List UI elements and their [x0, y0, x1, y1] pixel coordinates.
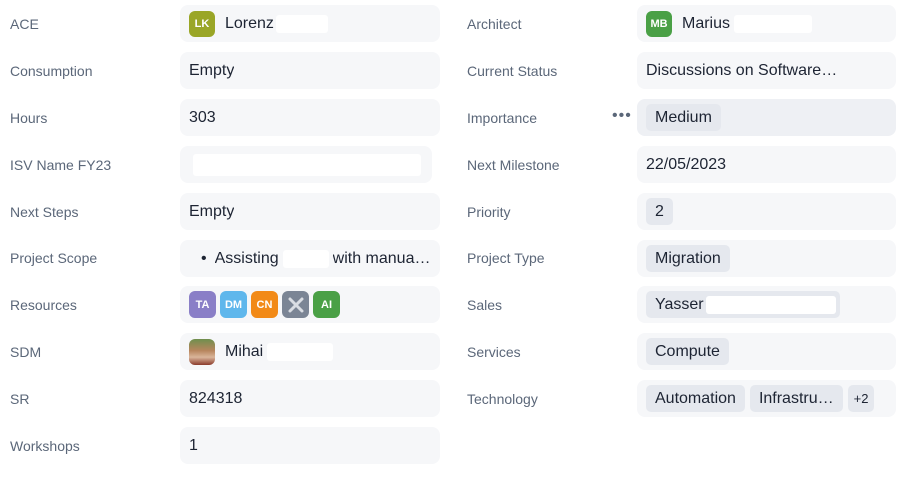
label-ace: ACE [10, 16, 39, 32]
avatar-ta[interactable]: TA [189, 291, 216, 318]
label-project-scope: Project Scope [10, 250, 98, 266]
redacted-block [734, 14, 813, 33]
label-current-status: Current Status [467, 63, 558, 79]
label-project-type: Project Type [467, 250, 545, 266]
label-hours: Hours [10, 110, 48, 126]
sr-field[interactable]: 824318 [180, 380, 440, 417]
redacted-block [193, 153, 421, 176]
isv-name-field[interactable] [180, 146, 432, 183]
project-scope-text-start: Assisting [214, 249, 279, 267]
close-icon[interactable] [282, 291, 309, 318]
label-workshops: Workshops [10, 438, 80, 454]
consumption-value: Empty [189, 61, 235, 79]
project-type-field[interactable]: Migration [637, 240, 896, 277]
priority-chip[interactable]: 2 [646, 198, 673, 225]
avatar: MB [646, 10, 672, 37]
label-consumption: Consumption [10, 63, 93, 79]
architect-field[interactable]: MB Marius [637, 5, 896, 42]
redacted-block [275, 14, 328, 33]
hours-value: 303 [189, 108, 216, 126]
redacted-block [282, 249, 329, 268]
close-icon-glyph [288, 297, 303, 312]
workshops-value: 1 [189, 436, 198, 454]
label-sdm: SDM [10, 344, 42, 360]
label-technology: Technology [467, 391, 538, 407]
label-importance: Importance [467, 110, 538, 126]
technology-field[interactable]: Automation Infrastru… +2 [637, 380, 896, 417]
project-scope-field[interactable]: • Assisting with manua… [180, 240, 440, 277]
avatar-photo [189, 338, 215, 365]
bullet: • [201, 249, 207, 267]
ace-name: Lorenz [225, 14, 274, 32]
avatar: LK [189, 10, 215, 37]
importance-chip[interactable]: Medium [646, 104, 721, 131]
next-milestone-value: 22/05/2023 [646, 155, 727, 173]
next-steps-field[interactable]: Empty [180, 193, 440, 230]
consumption-field[interactable]: Empty [180, 52, 440, 89]
services-field[interactable]: Compute [637, 333, 896, 370]
avatar-dm[interactable]: DM [220, 291, 247, 318]
avatar-ai[interactable]: AI [313, 291, 340, 318]
label-next-milestone: Next Milestone [467, 157, 560, 173]
current-status-field[interactable]: Discussions on Software… [637, 52, 896, 89]
label-resources: Resources [10, 297, 77, 313]
technology-chip-infrastructure[interactable]: Infrastru… [749, 385, 843, 412]
redacted-block [267, 342, 334, 361]
architect-name: Marius [682, 14, 731, 32]
workshops-field[interactable]: 1 [180, 427, 440, 464]
label-priority: Priority [467, 204, 511, 220]
technology-chip-automation[interactable]: Automation [646, 385, 745, 412]
next-milestone-field[interactable]: 22/05/2023 [637, 146, 896, 183]
technology-more-chip[interactable]: +2 [847, 385, 875, 412]
more-dots-icon[interactable]: ••• [612, 107, 632, 125]
resources-field[interactable]: TA DM CN AI [180, 286, 440, 323]
current-status-value: Discussions on Software… [646, 61, 838, 79]
project-type-chip[interactable]: Migration [646, 245, 730, 272]
avatar-cn[interactable]: CN [251, 291, 278, 318]
sr-value: 824318 [189, 389, 243, 407]
sdm-field[interactable]: Mihai [180, 333, 440, 370]
ace-field[interactable]: LK Lorenz [180, 5, 440, 42]
services-chip[interactable]: Compute [646, 338, 729, 365]
label-sales: Sales [467, 297, 503, 313]
label-isv-name: ISV Name FY23 [10, 157, 112, 173]
label-services: Services [467, 344, 521, 360]
redacted-block [705, 295, 836, 314]
importance-field[interactable]: Medium [637, 99, 896, 136]
sdm-name: Mihai [225, 342, 264, 360]
sales-name: Yasser [655, 295, 704, 313]
label-sr: SR [10, 391, 30, 407]
label-architect: Architect [467, 16, 522, 32]
priority-field[interactable]: 2 [637, 193, 896, 230]
project-scope-text-end: with manua… [332, 249, 431, 267]
label-next-steps: Next Steps [10, 204, 79, 220]
hours-field[interactable]: 303 [180, 99, 440, 136]
sales-chip[interactable]: Yasser [646, 291, 840, 318]
sales-field[interactable]: Yasser [637, 286, 896, 323]
next-steps-value: Empty [189, 202, 235, 220]
